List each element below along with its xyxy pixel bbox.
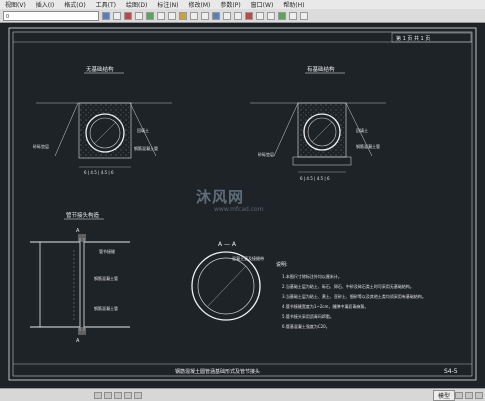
page-box-text: 第 1 页 共 1 页 xyxy=(396,35,430,42)
move-icon[interactable] xyxy=(234,11,242,20)
section-aa-title: A — A xyxy=(218,241,237,248)
lineweight-icon[interactable] xyxy=(146,11,154,20)
rotate-icon[interactable] xyxy=(256,11,264,20)
note-1: 1.本图尺寸除标注外均以厘米计。 xyxy=(282,273,342,279)
menu-window[interactable]: 窗口(W) xyxy=(246,0,279,9)
joint-top xyxy=(78,234,86,242)
left-label-pipe: 钢筋混凝土管 xyxy=(134,145,158,151)
note-3: 3.当基础土层为粘土、黄土、亚砂土、细砂等以及其他土类均须采用有基础结构。 xyxy=(282,293,426,299)
note-4: 4.管节接缝宽度为1~2cm，缝隙中填沥青麻絮。 xyxy=(282,303,368,309)
trim-icon[interactable] xyxy=(278,11,286,20)
note-2: 2.当基础土层为粘土、砾石、卵石、中砂及碎石类土时可采用无基础结构。 xyxy=(282,283,414,289)
notes-title: 说明: xyxy=(276,261,288,268)
settings-gear-icon[interactable] xyxy=(475,391,483,399)
model-tab[interactable]: 模型 xyxy=(432,389,455,401)
offset-icon[interactable] xyxy=(300,11,308,20)
layer-select[interactable]: 0 xyxy=(3,10,99,21)
drawing-canvas[interactable]: 第 1 页 共 1 页 无基础结构 6 | 4.5 | 4.5 | 6 砂砾垫层… xyxy=(0,24,485,388)
status-bar: 模型 xyxy=(0,388,485,401)
menu-tools[interactable]: 工具(T) xyxy=(91,0,121,9)
left-label-backfill: 回填土 xyxy=(137,127,149,133)
menu-modify[interactable]: 修改(M) xyxy=(184,0,216,9)
grid-toggle-icon[interactable] xyxy=(104,391,112,399)
watermark-logo: 沐风网 xyxy=(196,188,245,206)
right-label-backfill: 回填土 xyxy=(356,127,368,133)
cut-mark-a-top: A xyxy=(76,228,80,234)
toolbar: 0 xyxy=(0,9,485,23)
hatch-icon[interactable] xyxy=(212,11,220,20)
cut-mark-a-bottom: A xyxy=(76,338,80,344)
note-5: 5.管节接头采用沥青玛蹄脂。 xyxy=(282,313,334,319)
ortho-toggle-icon[interactable] xyxy=(114,391,122,399)
circle-icon[interactable] xyxy=(179,11,187,20)
copy-icon[interactable] xyxy=(245,11,253,20)
sheet-number: S4-5 xyxy=(444,368,458,375)
right-base-slab xyxy=(292,156,352,166)
linetype-icon[interactable] xyxy=(135,11,143,20)
text-icon[interactable] xyxy=(223,11,231,20)
left-dim: 6 | 4.5 | 4.5 | 6 xyxy=(84,170,114,175)
menu-insert[interactable]: 插入(I) xyxy=(31,0,59,9)
note-6: 6.管基混凝土强度为C20。 xyxy=(282,323,330,329)
menu-help[interactable]: 帮助(H) xyxy=(278,0,309,9)
left-label-cushion: 砂砾垫层 xyxy=(33,143,49,149)
extend-icon[interactable] xyxy=(289,11,297,20)
joint-label-3: 钢筋混凝土管 xyxy=(94,305,118,311)
right-label-cushion: 砂砾垫层 xyxy=(258,151,274,157)
layer-state-icon[interactable] xyxy=(113,11,121,20)
drawing-title: 钢筋混凝土圆管涵基础形式及管节接头 xyxy=(175,368,260,375)
polar-toggle-icon[interactable] xyxy=(124,391,132,399)
annotation-scale-icon[interactable] xyxy=(455,391,463,399)
osnap-toggle-icon[interactable] xyxy=(134,391,142,399)
workspace-icon[interactable] xyxy=(465,391,473,399)
arc-icon[interactable] xyxy=(190,11,198,20)
menu-parameter[interactable]: 参数(P) xyxy=(215,0,245,9)
aa-outer-ring xyxy=(191,251,261,321)
scale-icon[interactable] xyxy=(267,11,275,20)
line-icon[interactable] xyxy=(157,11,165,20)
rectangle-icon[interactable] xyxy=(201,11,209,20)
watermark-url: www.mfcad.com xyxy=(214,206,264,213)
menu-view[interactable]: 视图(V) xyxy=(0,0,31,9)
pipe-section-title: 管节接头构造 xyxy=(66,211,100,219)
right-label-pipe: 钢筋混凝土管 xyxy=(356,143,380,149)
right-dim: 6 | 4.5 | 4.5 | 6 xyxy=(300,176,330,181)
color-icon[interactable] xyxy=(124,11,132,20)
menu-draw[interactable]: 绘图(D) xyxy=(121,0,152,9)
polyline-icon[interactable] xyxy=(168,11,176,20)
joint-bottom xyxy=(78,327,86,335)
layer-props-icon[interactable] xyxy=(102,11,110,20)
snap-toggle-icon[interactable] xyxy=(94,391,102,399)
menu-dimension[interactable]: 标注(N) xyxy=(152,0,183,9)
joint-label-1: 管节接缝 xyxy=(99,248,115,254)
left-section-title: 无基础结构 xyxy=(86,65,114,73)
section-aa-label: 混凝土管及接缝带 xyxy=(232,255,264,261)
right-section-title: 有基础结构 xyxy=(307,65,335,73)
menu-format[interactable]: 格式(O) xyxy=(59,0,90,9)
joint-label-2: 钢筋混凝土管 xyxy=(94,275,118,281)
